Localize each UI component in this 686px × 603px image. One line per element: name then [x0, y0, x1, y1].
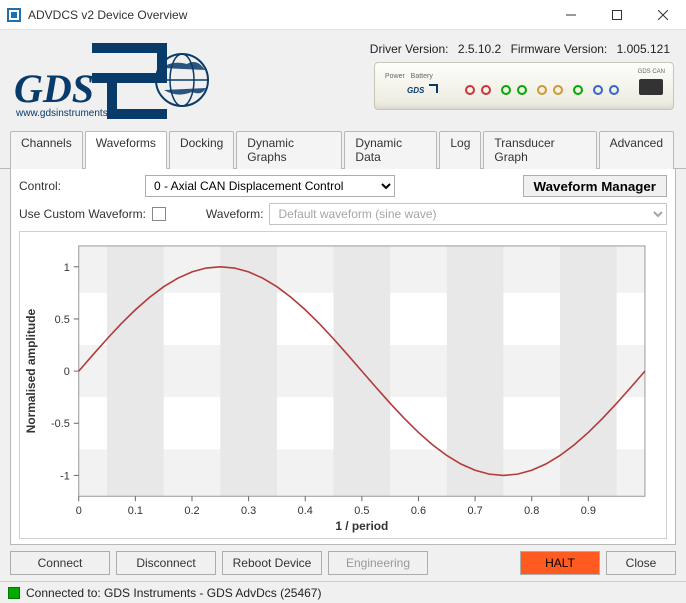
close-window-button[interactable] [640, 0, 686, 30]
svg-text:GDS: GDS [407, 86, 425, 95]
firmware-version-label: Firmware Version: [511, 42, 608, 56]
tab-waveforms[interactable]: Waveforms [85, 131, 167, 169]
driver-version-value: 2.5.10.2 [458, 42, 501, 56]
disconnect-button[interactable]: Disconnect [116, 551, 216, 575]
version-row: Driver Version: 2.5.10.2 Firmware Versio… [364, 42, 670, 56]
driver-version-label: Driver Version: [370, 42, 449, 56]
window-title: ADVDCS v2 Device Overview [28, 8, 548, 22]
svg-text:0.4: 0.4 [298, 505, 313, 517]
tab-docking[interactable]: Docking [169, 131, 234, 169]
waveforms-panel: Control: 0 - Axial CAN Displacement Cont… [10, 169, 676, 545]
logo: GDS www.gdsinstruments.com [12, 36, 222, 128]
title-bar: ADVDCS v2 Device Overview [0, 0, 686, 30]
minimize-button[interactable] [548, 0, 594, 30]
tab-advanced[interactable]: Advanced [599, 131, 674, 169]
tab-transducer-graph[interactable]: Transducer Graph [483, 131, 596, 169]
reboot-button[interactable]: Reboot Device [222, 551, 322, 575]
device-image: Power Battery GDS GDS CAN [374, 62, 674, 110]
svg-text:0: 0 [76, 505, 82, 517]
svg-text:0.1: 0.1 [128, 505, 143, 517]
svg-text:0.9: 0.9 [581, 505, 596, 517]
svg-text:0.7: 0.7 [468, 505, 483, 517]
svg-text:0.2: 0.2 [184, 505, 199, 517]
svg-text:-1: -1 [60, 470, 70, 482]
halt-button[interactable]: HALT [520, 551, 600, 575]
svg-text:0.5: 0.5 [55, 314, 70, 326]
svg-text:0.3: 0.3 [241, 505, 256, 517]
maximize-button[interactable] [594, 0, 640, 30]
close-button[interactable]: Close [606, 551, 676, 575]
svg-text:0: 0 [64, 366, 70, 378]
use-custom-label: Use Custom Waveform: [19, 207, 146, 221]
chart-canvas: 0 0.1 0.2 0.3 0.4 0.5 0.6 0.7 0.8 0.9 -1 -0.5 0 0.5 1 1… [20, 236, 658, 534]
tab-log[interactable]: Log [439, 131, 481, 169]
svg-text:-0.5: -0.5 [51, 418, 70, 430]
connect-button[interactable]: Connect [10, 551, 110, 575]
window-controls [548, 0, 686, 30]
tab-dynamic-data[interactable]: Dynamic Data [344, 131, 437, 169]
tab-dynamic-graphs[interactable]: Dynamic Graphs [236, 131, 342, 169]
control-select[interactable]: 0 - Axial CAN Displacement Control [145, 175, 395, 197]
header: GDS www.gdsinstruments.com Driver Versio… [0, 30, 686, 128]
svg-text:Normalised amplitude: Normalised amplitude [24, 309, 38, 434]
svg-text:1: 1 [64, 262, 70, 274]
waveform-label: Waveform: [206, 207, 264, 221]
bottom-button-bar: Connect Disconnect Reboot Device Enginee… [0, 545, 686, 581]
waveform-chart: 0 0.1 0.2 0.3 0.4 0.5 0.6 0.7 0.8 0.9 -1 -0.5 0 0.5 1 1… [19, 231, 667, 539]
svg-text:0.6: 0.6 [411, 505, 426, 517]
svg-text:0.8: 0.8 [524, 505, 539, 517]
use-custom-checkbox[interactable] [152, 207, 166, 221]
control-label: Control: [19, 179, 139, 193]
app-icon [6, 7, 22, 23]
waveform-manager-button[interactable]: Waveform Manager [523, 175, 667, 197]
svg-text:0.5: 0.5 [354, 505, 369, 517]
svg-text:GDS: GDS [14, 66, 94, 111]
status-bar: Connected to: GDS Instruments - GDS AdvD… [0, 581, 686, 603]
tab-channels[interactable]: Channels [10, 131, 83, 169]
waveform-select[interactable]: Default waveform (sine wave) [269, 203, 667, 225]
tab-bar: Channels Waveforms Docking Dynamic Graph… [0, 130, 686, 169]
svg-text:1 / period: 1 / period [335, 519, 388, 533]
firmware-version-value: 1.005.121 [617, 42, 670, 56]
engineering-button[interactable]: Engineering [328, 551, 428, 575]
